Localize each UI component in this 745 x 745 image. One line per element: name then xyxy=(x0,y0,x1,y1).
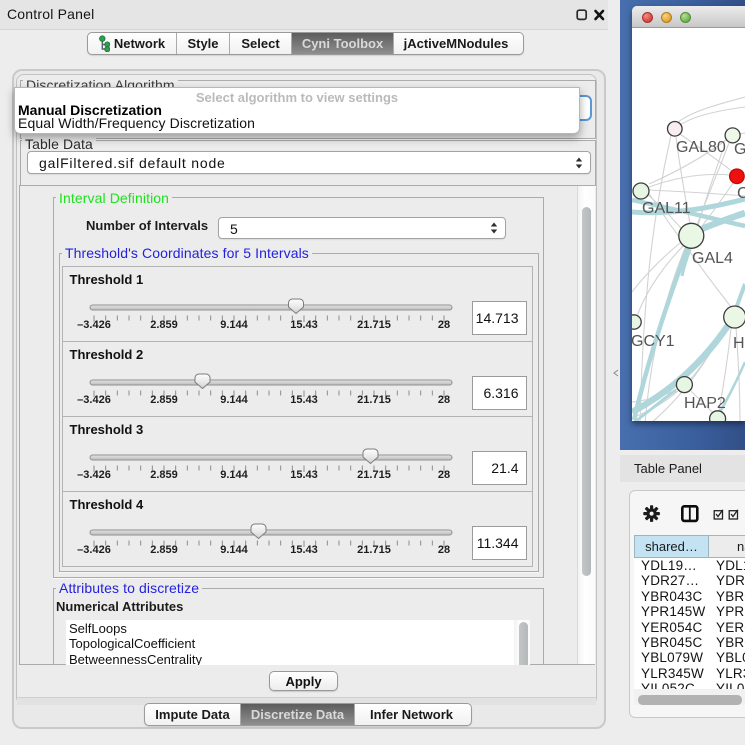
svg-text:GCY1: GCY1 xyxy=(632,333,675,350)
svg-text:GAL80: GAL80 xyxy=(676,139,726,156)
svg-text:GAL4: GAL4 xyxy=(692,250,733,267)
svg-text:GAL11: GAL11 xyxy=(642,200,691,217)
svg-text:C: C xyxy=(737,185,745,202)
svg-text:H: H xyxy=(733,335,745,352)
svg-text:G…: G… xyxy=(734,141,745,158)
svg-text:HAP2: HAP2 xyxy=(684,395,726,412)
